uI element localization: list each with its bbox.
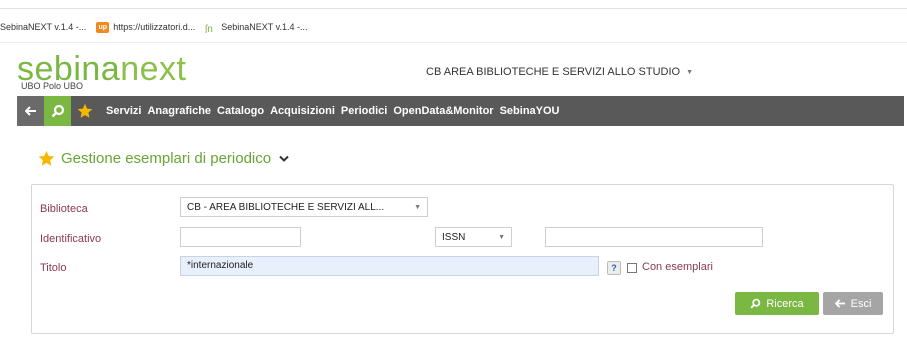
help-button[interactable]: ? — [607, 261, 621, 275]
id-type-select[interactable]: ISSN ▼ — [435, 227, 512, 247]
browser-top-border — [0, 8, 907, 9]
svg-text:ʃn: ʃn — [205, 24, 213, 33]
bookmark-sebinanext-2[interactable]: ʃn SebinaNEXT v.1.4 -... — [204, 22, 308, 35]
id-type-value: ISSN — [442, 231, 466, 243]
bookmark-label: SebinaNEXT v.1.4 -... — [221, 22, 308, 32]
con-esemplari-label[interactable]: Con esemplari — [642, 261, 713, 273]
area-selector[interactable]: CB AREA BIBLIOTECHE E SERVIZI ALLO STUDI… — [426, 66, 693, 78]
main-navbar: Servizi Anagrafiche Catalogo Acquisizion… — [17, 96, 904, 126]
ricerca-label: Ricerca — [766, 297, 804, 310]
search-button[interactable] — [44, 96, 71, 126]
logo-text-next: next — [120, 50, 187, 88]
identificativo-extra-input[interactable] — [545, 227, 763, 247]
search-icon — [750, 298, 761, 309]
back-button[interactable] — [17, 96, 44, 126]
identificativo-input[interactable] — [180, 227, 301, 247]
caret-down-icon: ▼ — [414, 203, 421, 211]
star-icon — [77, 103, 92, 118]
biblioteca-select[interactable]: CB - AREA BIBLIOTECHE E SERVIZI ALL... ▼ — [180, 197, 428, 217]
sn-icon: ʃn — [204, 22, 217, 35]
nav-item-anagrafiche[interactable]: Anagrafiche — [147, 105, 211, 117]
up-icon: up — [96, 21, 110, 33]
nav-menu: Servizi Anagrafiche Catalogo Acquisizion… — [106, 105, 566, 117]
bookmark-sebinanext-1[interactable]: SebinaNEXT v.1.4 -... — [0, 22, 86, 32]
bookmarks-divider — [0, 42, 907, 43]
esci-button[interactable]: Esci — [823, 292, 883, 315]
nav-item-opendata-monitor[interactable]: OpenData&Monitor — [393, 105, 493, 117]
search-icon — [51, 104, 64, 118]
biblioteca-value: CB - AREA BIBLIOTECHE E SERVIZI ALL... — [187, 201, 385, 213]
esci-label: Esci — [850, 297, 872, 310]
nav-item-periodici[interactable]: Periodici — [341, 105, 387, 117]
nav-item-servizi[interactable]: Servizi — [106, 105, 141, 117]
con-esemplari-checkbox[interactable] — [627, 263, 637, 273]
bookmark-label: SebinaNEXT v.1.4 -... — [0, 22, 87, 32]
titolo-label: Titolo — [40, 262, 67, 274]
nav-item-acquisizioni[interactable]: Acquisizioni — [270, 105, 335, 117]
nav-item-catalogo[interactable]: Catalogo — [217, 105, 264, 117]
bookmark-label: https://utilizzatori.d... — [113, 22, 196, 32]
favorites-button[interactable] — [71, 96, 98, 126]
star-icon[interactable] — [38, 150, 55, 167]
chevron-down-icon[interactable] — [279, 155, 289, 163]
arrow-left-icon — [834, 299, 846, 308]
biblioteca-label: Biblioteca — [40, 203, 88, 215]
bookmarks-bar: SebinaNEXT v.1.4 -... up https://utilizz… — [0, 20, 317, 35]
bookmark-utilizzatori[interactable]: up https://utilizzatori.d... — [96, 21, 196, 33]
titolo-input[interactable]: *internazionale — [180, 256, 599, 276]
caret-down-icon: ▼ — [686, 68, 694, 76]
page-title: Gestione esemplari di periodico — [38, 150, 289, 167]
area-label: CB AREA BIBLIOTECHE E SERVIZI ALLO STUDI… — [426, 66, 681, 78]
library-subtitle: UBO Polo UBO — [21, 81, 84, 91]
identificativo-label: Identificativo — [40, 233, 102, 245]
caret-down-icon: ▼ — [498, 233, 505, 241]
titolo-value: *internazionale — [187, 260, 254, 271]
page-title-text: Gestione esemplari di periodico — [61, 150, 272, 167]
arrow-left-icon — [24, 106, 36, 116]
nav-item-sebinayou[interactable]: SebinaYOU — [500, 105, 560, 117]
ricerca-button[interactable]: Ricerca — [735, 292, 819, 315]
